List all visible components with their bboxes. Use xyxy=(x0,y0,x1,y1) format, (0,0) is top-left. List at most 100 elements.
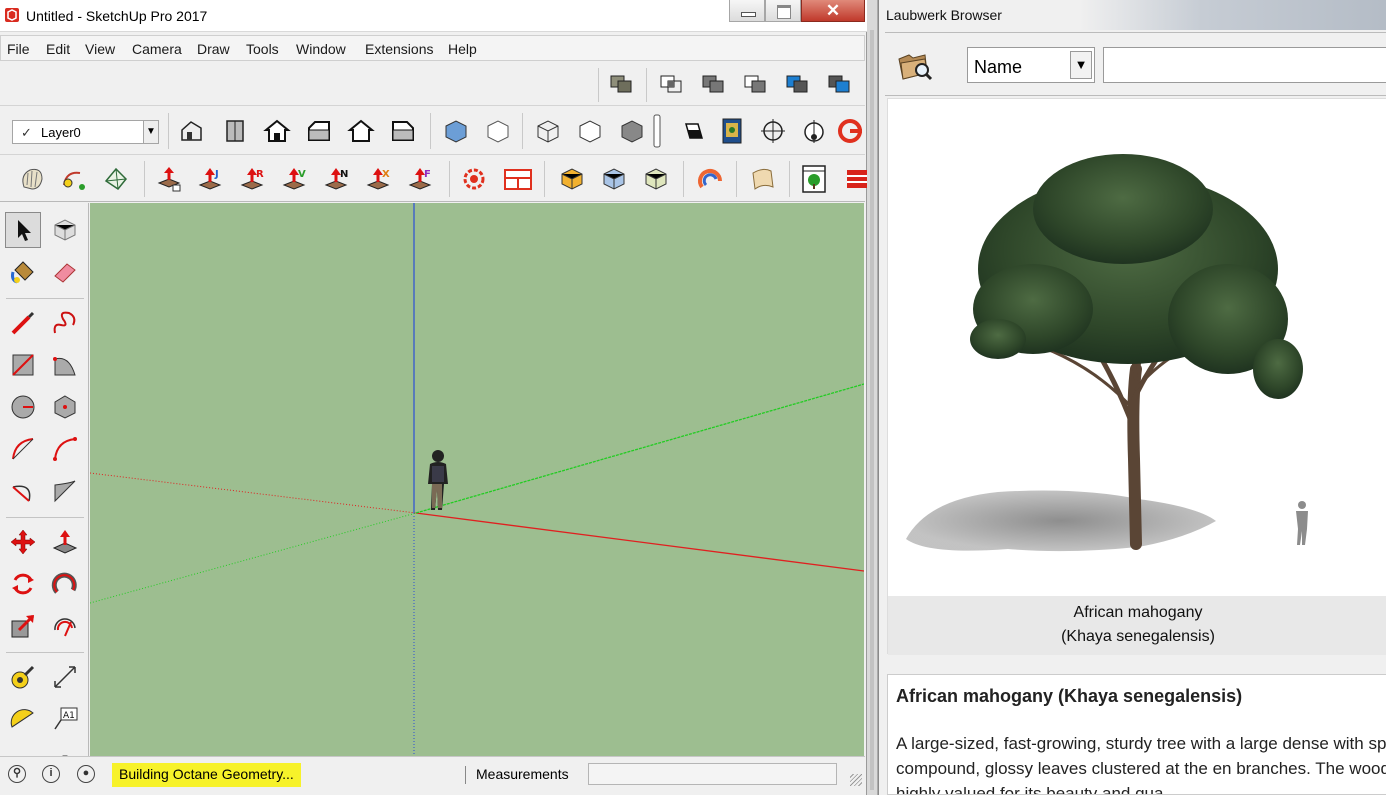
follow-path-icon[interactable] xyxy=(58,163,90,195)
solid-subtract-icon[interactable] xyxy=(740,68,772,100)
rotated-rectangle-icon[interactable] xyxy=(47,347,83,383)
right-view-icon[interactable] xyxy=(303,115,335,147)
solid-intersect-icon[interactable] xyxy=(656,68,688,100)
menu-help[interactable]: Help xyxy=(448,41,477,57)
sort-by-select[interactable]: Name ▼ xyxy=(967,47,1095,83)
circle-tool-icon[interactable] xyxy=(5,389,41,425)
browse-folder-button[interactable] xyxy=(895,47,935,85)
follow-me-tool-icon[interactable] xyxy=(47,566,83,602)
two-point-arc-icon[interactable] xyxy=(47,431,83,467)
minimize-button[interactable] xyxy=(729,0,765,22)
scale-figure[interactable] xyxy=(428,450,448,510)
close-button[interactable]: ✕ xyxy=(801,0,865,22)
paint-bucket-icon[interactable] xyxy=(5,254,41,290)
maximize-button[interactable] xyxy=(765,0,801,22)
protractor-icon[interactable] xyxy=(5,701,41,737)
status-message: Building Octane Geometry... xyxy=(112,763,301,787)
layer-select[interactable]: ✓ Layer0 ▼ xyxy=(12,120,159,144)
resize-grip[interactable] xyxy=(850,774,862,786)
photo-texture-icon[interactable] xyxy=(716,115,748,147)
vector-push-pull-icon[interactable]: V xyxy=(280,163,312,195)
freehand-tool-icon[interactable] xyxy=(47,305,83,341)
plant-preview-panel[interactable]: African mahogany (Khaya senegalensis) xyxy=(887,98,1386,655)
top-view-icon[interactable] xyxy=(219,115,251,147)
left-view-icon[interactable] xyxy=(387,115,419,147)
arc-tool-icon[interactable] xyxy=(5,431,41,467)
tape-measure-icon[interactable] xyxy=(5,659,41,695)
wireframe-style-icon[interactable] xyxy=(532,115,564,147)
polygon-tool-icon[interactable] xyxy=(47,389,83,425)
model-viewport[interactable] xyxy=(90,203,864,756)
menu-draw[interactable]: Draw xyxy=(197,41,230,57)
laubwerk-plant-icon[interactable] xyxy=(798,163,830,195)
viewport-scene xyxy=(90,203,864,756)
octane-render-icon[interactable] xyxy=(834,115,866,147)
eraser-soften-icon[interactable] xyxy=(676,115,708,147)
plant-search-input[interactable] xyxy=(1103,47,1386,83)
paper-curl-icon[interactable] xyxy=(747,163,779,195)
dimension-tool-icon[interactable] xyxy=(47,659,83,695)
menu-edit[interactable]: Edit xyxy=(46,41,70,57)
extrude-push-pull-icon[interactable]: X xyxy=(364,163,396,195)
eraser-icon[interactable] xyxy=(47,254,83,290)
pie-tool-icon[interactable] xyxy=(47,473,83,509)
walk-look-icon[interactable] xyxy=(798,115,830,147)
rotate-tool-icon[interactable] xyxy=(5,566,41,602)
normal-push-pull-icon[interactable]: N xyxy=(322,163,354,195)
plant-preview-image xyxy=(906,154,1308,552)
push-pull-tool-icon[interactable] xyxy=(47,524,83,560)
menu-bar: File Edit View Camera Draw Tools Window … xyxy=(0,35,865,61)
solid-tools-toolbar xyxy=(0,62,865,106)
svg-text:V: V xyxy=(298,169,306,180)
chevron-down-icon[interactable]: ▼ xyxy=(143,121,158,143)
menu-view[interactable]: View xyxy=(85,41,115,57)
hidden-line-style-icon[interactable] xyxy=(574,115,606,147)
octane-materials-icon[interactable] xyxy=(556,163,588,195)
line-tool-icon[interactable] xyxy=(5,305,41,341)
joint-push-pull-icon[interactable]: J xyxy=(196,163,228,195)
geo-location-icon[interactable]: ⚲ xyxy=(8,765,26,783)
scale-tool-icon[interactable] xyxy=(5,608,41,644)
toolbar-overflow-handle[interactable] xyxy=(650,114,664,148)
back-view-icon[interactable] xyxy=(345,115,377,147)
offset-tool-icon[interactable] xyxy=(47,608,83,644)
shell-icon[interactable] xyxy=(16,163,48,195)
front-view-icon[interactable] xyxy=(261,115,293,147)
octane-objects-icon[interactable] xyxy=(598,163,630,195)
menu-tools[interactable]: Tools xyxy=(246,41,279,57)
folder-search-icon xyxy=(898,54,933,81)
rectangle-tool-icon[interactable] xyxy=(5,347,41,383)
back-edges-style-icon[interactable] xyxy=(482,115,514,147)
follow-push-pull-icon[interactable]: F xyxy=(406,163,438,195)
color-wheel-icon[interactable] xyxy=(694,163,726,195)
solid-split-icon[interactable] xyxy=(824,68,856,100)
make-component-icon[interactable] xyxy=(47,212,83,248)
select-tool-icon[interactable] xyxy=(5,212,41,248)
chevron-down-icon[interactable]: ▼ xyxy=(1070,51,1092,79)
three-point-arc-icon[interactable] xyxy=(5,473,41,509)
move-tool-icon[interactable] xyxy=(5,524,41,560)
solid-union-icon[interactable] xyxy=(698,68,730,100)
user-icon[interactable]: ● xyxy=(77,765,95,783)
octane-viewport-icon[interactable] xyxy=(502,163,534,195)
solid-trim-icon[interactable] xyxy=(782,68,814,100)
text-tool-icon[interactable]: A1 xyxy=(47,701,83,737)
menu-file[interactable]: File xyxy=(7,41,30,57)
push-pull-menu-icon[interactable] xyxy=(153,163,185,195)
soap-skin-icon[interactable] xyxy=(100,163,132,195)
menu-extensions[interactable]: Extensions xyxy=(365,41,433,57)
credits-icon[interactable]: i xyxy=(42,765,60,783)
round-push-pull-icon[interactable]: R xyxy=(238,163,270,195)
menu-window[interactable]: Window xyxy=(296,41,346,57)
menu-camera[interactable]: Camera xyxy=(132,41,182,57)
octane-proxy-icon[interactable] xyxy=(640,163,672,195)
measurements-input[interactable] xyxy=(588,763,837,785)
position-camera-icon[interactable] xyxy=(757,115,789,147)
shaded-style-icon[interactable] xyxy=(616,115,648,147)
xray-style-icon[interactable] xyxy=(440,115,472,147)
octane-settings-icon[interactable] xyxy=(458,163,490,195)
solid-outer-shell-icon[interactable] xyxy=(606,68,638,100)
iso-view-icon[interactable] xyxy=(177,115,209,147)
window-title: Untitled - SketchUp Pro 2017 xyxy=(26,8,208,24)
brick-wall-icon[interactable] xyxy=(838,163,870,195)
